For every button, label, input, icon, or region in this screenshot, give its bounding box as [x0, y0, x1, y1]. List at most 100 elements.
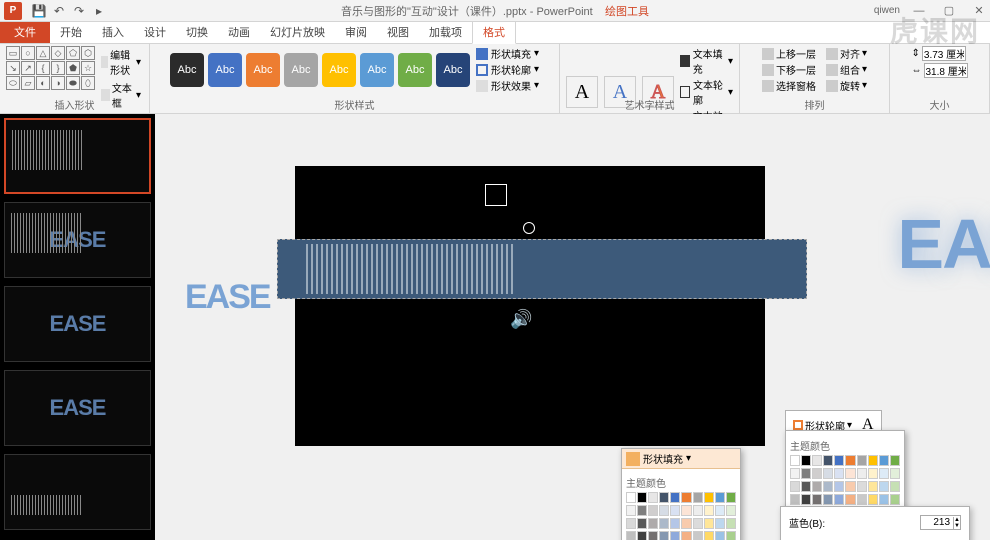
send-backward-button[interactable]: 下移一层	[760, 62, 818, 77]
slide-thumbnail[interactable]: EASE	[4, 202, 151, 278]
color-swatch[interactable]	[823, 468, 833, 479]
color-swatch[interactable]	[801, 494, 811, 505]
color-swatch[interactable]	[693, 518, 703, 529]
color-swatch[interactable]	[868, 494, 878, 505]
color-swatch[interactable]	[801, 481, 811, 492]
color-swatch[interactable]	[801, 455, 811, 466]
slide-thumbnail[interactable]	[4, 118, 151, 194]
color-swatch[interactable]	[626, 531, 636, 540]
color-swatch[interactable]	[790, 481, 800, 492]
color-swatch[interactable]	[823, 494, 833, 505]
color-swatch[interactable]	[879, 494, 889, 505]
color-swatch[interactable]	[715, 531, 725, 540]
color-swatch[interactable]	[868, 455, 878, 466]
bring-forward-button[interactable]: 上移一层	[760, 46, 818, 61]
shape-outline-button[interactable]: 形状轮廓 ▾	[476, 62, 539, 77]
tab-slideshow[interactable]: 幻灯片放映	[260, 21, 335, 43]
color-swatch[interactable]	[670, 518, 680, 529]
tab-transitions[interactable]: 切换	[176, 21, 218, 43]
slide[interactable]	[295, 166, 765, 446]
color-swatch[interactable]	[659, 531, 669, 540]
slide-thumbnail[interactable]: EASE	[4, 370, 151, 446]
ease-text-left[interactable]: EASE	[185, 278, 270, 317]
qat-redo[interactable]: ↷	[70, 2, 88, 20]
color-swatch[interactable]	[648, 518, 658, 529]
shape-effects-button[interactable]: 形状效果 ▾	[476, 78, 539, 93]
color-swatch[interactable]	[648, 505, 658, 516]
tab-format[interactable]: 格式	[472, 20, 516, 44]
color-swatch[interactable]	[812, 455, 822, 466]
color-swatch[interactable]	[790, 455, 800, 466]
shape-style-gallery[interactable]: AbcAbcAbcAbcAbcAbcAbcAbc	[170, 53, 470, 87]
color-swatch[interactable]	[670, 505, 680, 516]
color-swatch[interactable]	[704, 531, 714, 540]
color-swatch[interactable]	[812, 481, 822, 492]
color-swatch[interactable]	[704, 492, 714, 503]
color-swatch[interactable]	[726, 531, 736, 540]
color-swatch[interactable]	[857, 468, 867, 479]
rotate-handle-icon[interactable]	[523, 222, 535, 234]
color-swatch[interactable]	[626, 505, 636, 516]
tab-insert[interactable]: 插入	[92, 21, 134, 43]
color-swatch[interactable]	[704, 505, 714, 516]
tab-view[interactable]: 视图	[377, 21, 419, 43]
color-swatch[interactable]	[857, 481, 867, 492]
style-swatch[interactable]: Abc	[246, 53, 280, 87]
slide-canvas[interactable]: EASE EASE 🔊 形状轮廓▾ A 形状填充 ▾ 主题颜色 标准色 最近使用…	[155, 114, 990, 540]
tab-file[interactable]: 文件	[0, 21, 50, 43]
style-swatch[interactable]: Abc	[436, 53, 470, 87]
color-swatch[interactable]	[834, 494, 844, 505]
qat-undo[interactable]: ↶	[50, 2, 68, 20]
shape-fill-button[interactable]: 形状填充 ▾	[476, 46, 539, 61]
color-swatch[interactable]	[726, 492, 736, 503]
slide-thumbnail-panel[interactable]: EASE EASE EASE	[0, 114, 155, 540]
color-swatch[interactable]	[637, 531, 647, 540]
color-swatch[interactable]	[890, 481, 900, 492]
color-swatch[interactable]	[823, 455, 833, 466]
color-swatch[interactable]	[681, 505, 691, 516]
color-swatch[interactable]	[790, 468, 800, 479]
color-swatch[interactable]	[845, 494, 855, 505]
slide-thumbnail[interactable]	[4, 454, 151, 530]
color-swatch[interactable]	[857, 494, 867, 505]
color-swatch[interactable]	[868, 468, 878, 479]
color-swatch[interactable]	[823, 481, 833, 492]
ease-text-right[interactable]: EASE	[897, 204, 990, 284]
color-swatch[interactable]	[670, 531, 680, 540]
slide-thumbnail[interactable]: EASE	[4, 286, 151, 362]
rotate-button[interactable]: 旋转 ▾	[824, 78, 869, 93]
color-swatch[interactable]	[648, 531, 658, 540]
tab-review[interactable]: 审阅	[335, 21, 377, 43]
color-swatch[interactable]	[890, 468, 900, 479]
color-swatch[interactable]	[845, 455, 855, 466]
color-swatch[interactable]	[659, 505, 669, 516]
tab-design[interactable]: 设计	[134, 21, 176, 43]
color-swatch[interactable]	[715, 492, 725, 503]
color-swatch[interactable]	[845, 481, 855, 492]
style-swatch[interactable]: Abc	[398, 53, 432, 87]
color-swatch[interactable]	[812, 494, 822, 505]
tab-home[interactable]: 开始	[50, 21, 92, 43]
selected-shape[interactable]	[485, 184, 507, 206]
color-swatch[interactable]	[834, 481, 844, 492]
shapes-gallery[interactable]: ▭○△◇⬠⬡ ↘↗{}⬟☆ ⬭▱◐◑⬬⬯	[6, 46, 95, 90]
color-swatch[interactable]	[726, 505, 736, 516]
color-swatch[interactable]	[637, 492, 647, 503]
tab-animations[interactable]: 动画	[218, 21, 260, 43]
color-swatch[interactable]	[834, 468, 844, 479]
color-swatch[interactable]	[681, 518, 691, 529]
style-swatch[interactable]: Abc	[208, 53, 242, 87]
style-swatch[interactable]: Abc	[322, 53, 356, 87]
color-swatch[interactable]	[812, 468, 822, 479]
color-swatch[interactable]	[879, 481, 889, 492]
tab-addins[interactable]: 加载项	[419, 21, 472, 43]
color-swatch[interactable]	[834, 455, 844, 466]
text-box-button[interactable]: 文本框 ▾	[99, 79, 143, 111]
color-swatch[interactable]	[681, 492, 691, 503]
color-swatch[interactable]	[626, 518, 636, 529]
color-swatch[interactable]	[715, 505, 725, 516]
color-swatch[interactable]	[626, 492, 636, 503]
qat-slideshow[interactable]: ▸	[90, 2, 108, 20]
color-swatch[interactable]	[890, 494, 900, 505]
color-swatch[interactable]	[715, 518, 725, 529]
